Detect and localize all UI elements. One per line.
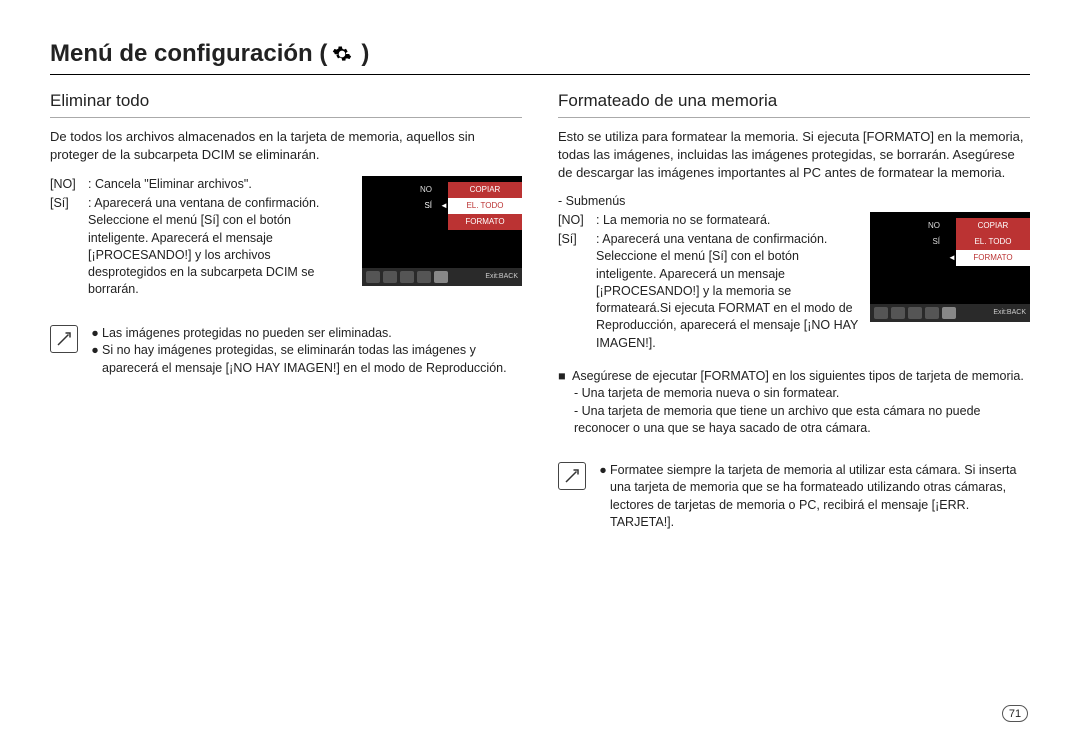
album-icon <box>417 271 431 283</box>
triangle-left-icon: ◄ <box>440 201 448 210</box>
lcd-bottom-bar: Exit:BACK <box>362 268 522 286</box>
left-subheading: Eliminar todo <box>50 91 522 118</box>
album-icon <box>925 307 939 319</box>
lcd-exit-label: Exit:BACK <box>485 273 518 280</box>
square-marker: ■ <box>558 368 572 386</box>
right-note-body: ●Formatee siempre la tarjeta de memoria … <box>596 462 1030 532</box>
tip-icon <box>50 325 78 353</box>
left-column: Eliminar todo De todos los archivos alma… <box>50 91 522 532</box>
lcd-option-right: FORMATO <box>956 250 1030 266</box>
sound-icon <box>383 271 397 283</box>
right-column: Formateado de una memoria Esto se utiliz… <box>558 91 1030 532</box>
left-note-body: ●Las imágenes protegidas no pueden ser e… <box>88 325 522 378</box>
camera-lcd-right: NO COPIAR SÍ EL. TODO◄FORMATO Exit:BACK <box>870 212 1030 322</box>
camera-icon <box>908 307 922 319</box>
bullet-marker: ● <box>88 342 102 377</box>
bullet-marker: ● <box>88 325 102 343</box>
left-note: ●Las imágenes protegidas no pueden ser e… <box>50 325 522 378</box>
display-icon <box>874 307 888 319</box>
lcd-menu-row: NO COPIAR <box>870 218 1030 234</box>
page-title-prefix: Menú de configuración ( <box>50 40 327 68</box>
right-submenu-block: - Submenús [NO] : La memoria no se forma… <box>558 194 1030 354</box>
right-options-text: [NO] : La memoria no se formateará. [Sí]… <box>558 212 860 354</box>
triangle-left-icon: ◄ <box>948 253 956 262</box>
left-option-si: [Sí] : Aparecerá una ventana de confirma… <box>50 195 352 299</box>
lcd-menu-row: NO COPIAR <box>362 182 522 198</box>
right-subheading: Formateado de una memoria <box>558 91 1030 118</box>
sound-icon <box>891 307 905 319</box>
lcd-option-left: SÍ <box>362 201 440 210</box>
option-desc-no: : La memoria no se formateará. <box>596 212 860 229</box>
right-options-block: [NO] : La memoria no se formateará. [Sí]… <box>558 212 1030 354</box>
tip-icon <box>558 462 586 490</box>
right-option-si: [Sí] : Aparecerá una ventana de confirma… <box>558 231 860 352</box>
left-option-no: [NO] : Cancela "Eliminar archivos". <box>50 176 352 193</box>
lcd-menu-row: SÍ◄EL. TODO <box>362 198 522 214</box>
left-note-item-2: Si no hay imágenes protegidas, se elimin… <box>102 342 522 377</box>
ensure-item-1: - Una tarjeta de memoria nueva o sin for… <box>574 385 1030 403</box>
lcd-option-right: COPIAR <box>448 182 522 198</box>
settings-icon <box>434 271 448 283</box>
display-icon <box>366 271 380 283</box>
lcd-option-right: EL. TODO <box>956 234 1030 250</box>
lcd-exit-label: Exit:BACK <box>993 309 1026 316</box>
lcd-menu-row: ◄FORMATO <box>870 250 1030 266</box>
gear-icon <box>331 43 353 65</box>
option-label-si: [Sí] <box>50 195 88 299</box>
lcd-option-right: COPIAR <box>956 218 1030 234</box>
submenu-label: - Submenús <box>558 194 1030 208</box>
option-desc-no: : Cancela "Eliminar archivos". <box>88 176 352 193</box>
camera-lcd-left: NOCOPIARSÍ◄EL. TODOFORMATOExit:BACK <box>362 176 522 286</box>
two-column-layout: Eliminar todo De todos los archivos alma… <box>50 91 1030 532</box>
manual-page: Menú de configuración ( ) Eliminar todo … <box>0 0 1080 746</box>
lcd-option-left: NO <box>362 185 440 194</box>
lcd-option-left: NO <box>870 221 948 230</box>
left-options-block: [NO] : Cancela "Eliminar archivos". [Sí]… <box>50 176 522 301</box>
left-options-text: [NO] : Cancela "Eliminar archivos". [Sí]… <box>50 176 352 301</box>
option-desc-si: : Aparecerá una ventana de confirmación.… <box>596 231 860 352</box>
option-label-si: [Sí] <box>558 231 596 352</box>
page-title-suffix: ) <box>361 40 369 68</box>
ensure-list: - Una tarjeta de memoria nueva o sin for… <box>558 385 1030 438</box>
lcd-option-right: FORMATO <box>448 214 522 230</box>
ensure-text: Asegúrese de ejecutar [FORMATO] en los s… <box>572 368 1024 386</box>
ensure-item-2: - Una tarjeta de memoria que tiene un ar… <box>574 403 1030 438</box>
lcd-option-left: SÍ <box>870 237 948 246</box>
left-note-item-1: Las imágenes protegidas no pueden ser el… <box>102 325 392 343</box>
option-label-no: [NO] <box>558 212 596 229</box>
lcd-menu-row: FORMATO <box>362 214 522 230</box>
left-intro: De todos los archivos almacenados en la … <box>50 128 522 164</box>
ensure-block: ■ Asegúrese de ejecutar [FORMATO] en los… <box>558 368 1030 438</box>
bullet-marker: ● <box>596 462 610 532</box>
camera-icon <box>400 271 414 283</box>
page-number: 71 <box>1002 705 1028 722</box>
settings-icon <box>942 307 956 319</box>
option-label-no: [NO] <box>50 176 88 193</box>
lcd-bottom-icons <box>366 271 485 283</box>
right-intro: Esto se utiliza para formatear la memori… <box>558 128 1030 182</box>
lcd-bottom-bar: Exit:BACK <box>870 304 1030 322</box>
option-desc-si: : Aparecerá una ventana de confirmación.… <box>88 195 352 299</box>
right-option-no: [NO] : La memoria no se formateará. <box>558 212 860 229</box>
lcd-bottom-icons <box>874 307 993 319</box>
lcd-menu-row: SÍ EL. TODO <box>870 234 1030 250</box>
page-title-row: Menú de configuración ( ) <box>50 40 1030 75</box>
right-note-item-1: Formatee siempre la tarjeta de memoria a… <box>610 462 1030 532</box>
right-note: ●Formatee siempre la tarjeta de memoria … <box>558 462 1030 532</box>
ensure-line: ■ Asegúrese de ejecutar [FORMATO] en los… <box>558 368 1030 386</box>
lcd-option-right: EL. TODO <box>448 198 522 214</box>
